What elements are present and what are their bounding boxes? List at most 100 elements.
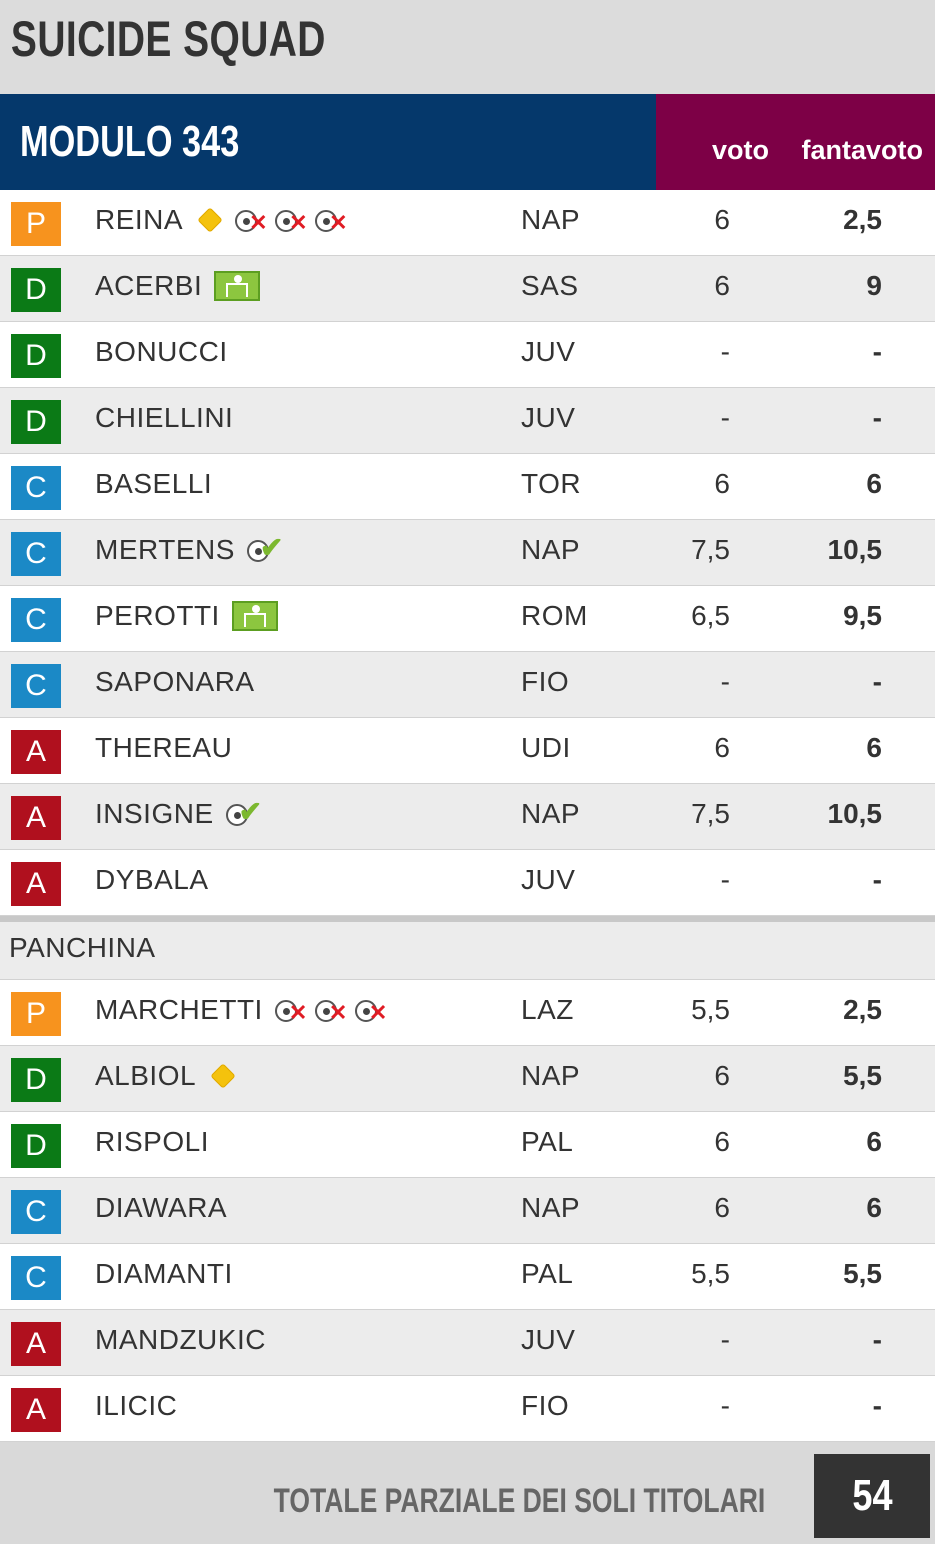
- role-badge: C: [11, 1190, 61, 1234]
- player-name: THEREAU: [95, 732, 233, 763]
- role-badge: C: [11, 598, 61, 642]
- team-code: FIO: [521, 666, 570, 697]
- voto-value: -: [720, 1324, 730, 1355]
- player-name: MANDZUKIC: [95, 1324, 266, 1355]
- player-name-cell: CHIELLINI: [95, 402, 233, 434]
- player-row[interactable]: P MARCHETTI ✕ ✕ ✕ LAZ 5,5 2,5: [0, 980, 935, 1046]
- team-code: JUV: [521, 336, 576, 367]
- team-code: UDI: [521, 732, 571, 763]
- fantavoto-value: 6: [866, 1192, 882, 1223]
- player-name: ACERBI: [95, 270, 203, 301]
- role-badge: D: [11, 334, 61, 378]
- voto-value: 7,5: [691, 534, 730, 565]
- player-name-cell: RISPOLI: [95, 1126, 209, 1158]
- player-name: CHIELLINI: [95, 402, 234, 433]
- role-badge: C: [11, 532, 61, 576]
- event-icons: ✕ ✕ ✕: [195, 207, 348, 234]
- team-code: NAP: [521, 1192, 581, 1223]
- voto-value: -: [720, 1390, 730, 1421]
- goal-conceded-icon: ✕: [235, 208, 268, 234]
- player-name-cell: MANDZUKIC: [95, 1324, 266, 1356]
- player-name-cell: MERTENS ✔: [95, 534, 283, 566]
- player-row[interactable]: A THEREAU UDI 6 6: [0, 718, 935, 784]
- starters-list: P REINA ✕ ✕ ✕ NAP 6 2,5 D ACERBI SAS 6 9 D BONUCCI JUV -…: [0, 190, 935, 916]
- player-name-cell: MARCHETTI ✕ ✕ ✕: [95, 994, 387, 1026]
- fantavoto-column-header: fantavoto: [801, 135, 924, 165]
- fantavoto-value: 6: [866, 732, 882, 763]
- team-code: TOR: [521, 468, 582, 499]
- player-name-cell: DIAWARA: [95, 1192, 227, 1224]
- goal-conceded-icon: ✕: [274, 998, 307, 1024]
- goal-conceded-icon: ✕: [315, 208, 348, 234]
- voto-value: 6: [714, 1126, 730, 1157]
- role-badge: A: [11, 1322, 61, 1366]
- player-name-cell: BASELLI: [95, 468, 212, 500]
- player-row[interactable]: A MANDZUKIC JUV - -: [0, 1310, 935, 1376]
- team-code: ROM: [521, 600, 588, 631]
- event-icons: ✔: [246, 534, 283, 562]
- voto-value: 6: [714, 270, 730, 301]
- role-badge: C: [11, 466, 61, 510]
- player-name-cell: SAPONARA: [95, 666, 255, 698]
- player-row[interactable]: D CHIELLINI JUV - -: [0, 388, 935, 454]
- player-name: INSIGNE: [95, 798, 214, 829]
- yellow-card-icon: [210, 1063, 236, 1089]
- voto-column-header: voto: [712, 135, 769, 165]
- player-row[interactable]: C MERTENS ✔ NAP 7,5 10,5: [0, 520, 935, 586]
- goal-scored-icon: ✔: [246, 534, 283, 562]
- goal-conceded-icon: ✕: [314, 998, 347, 1024]
- player-row[interactable]: A ILICIC FIO - -: [0, 1376, 935, 1442]
- player-row[interactable]: C SAPONARA FIO - -: [0, 652, 935, 718]
- player-row[interactable]: C DIAMANTI PAL 5,5 5,5: [0, 1244, 935, 1310]
- player-name: DIAWARA: [95, 1192, 228, 1223]
- voto-value: 5,5: [691, 1258, 730, 1289]
- player-name-cell: THEREAU: [95, 732, 232, 764]
- player-row[interactable]: C DIAWARA NAP 6 6: [0, 1178, 935, 1244]
- total-value: 54: [814, 1454, 930, 1538]
- voto-value: 6,5: [691, 600, 730, 631]
- player-row[interactable]: D RISPOLI PAL 6 6: [0, 1112, 935, 1178]
- column-headers: voto fantavoto: [656, 94, 935, 190]
- voto-value: 6: [714, 204, 730, 235]
- player-name: BONUCCI: [95, 336, 228, 367]
- assist-pitch-icon: [231, 601, 278, 631]
- role-badge: A: [11, 1388, 61, 1432]
- team-code: JUV: [521, 1324, 576, 1355]
- player-row[interactable]: C PEROTTI ROM 6,5 9,5: [0, 586, 935, 652]
- team-code: JUV: [521, 864, 576, 895]
- player-name-cell: PEROTTI: [95, 600, 278, 632]
- assist-pitch-icon: [214, 271, 261, 301]
- fantavoto-value: 9: [866, 270, 882, 301]
- voto-value: 6: [714, 1060, 730, 1091]
- event-icons: [208, 1063, 238, 1089]
- player-row[interactable]: P REINA ✕ ✕ ✕ NAP 6 2,5: [0, 190, 935, 256]
- fantavoto-value: 10,5: [827, 798, 883, 829]
- event-icons: ✔: [225, 798, 262, 826]
- role-badge: D: [11, 1124, 61, 1168]
- role-badge: A: [11, 862, 61, 906]
- player-row[interactable]: D ACERBI SAS 6 9: [0, 256, 935, 322]
- team-code: FIO: [521, 1390, 570, 1421]
- player-name: DIAMANTI: [95, 1258, 233, 1289]
- fantavoto-value: 2,5: [843, 994, 882, 1025]
- table-header: MODULO 343 voto fantavoto: [0, 94, 935, 190]
- player-name-cell: DYBALA: [95, 864, 209, 896]
- player-name-cell: REINA ✕ ✕ ✕: [95, 204, 348, 236]
- player-row[interactable]: A INSIGNE ✔ NAP 7,5 10,5: [0, 784, 935, 850]
- module-label: MODULO 343: [0, 94, 656, 190]
- player-row[interactable]: C BASELLI TOR 6 6: [0, 454, 935, 520]
- player-row[interactable]: D BONUCCI JUV - -: [0, 322, 935, 388]
- fantavoto-value: -: [872, 1390, 882, 1421]
- goal-conceded-icon: ✕: [275, 208, 308, 234]
- player-name-cell: DIAMANTI: [95, 1258, 233, 1290]
- team-code: JUV: [521, 402, 576, 433]
- player-name: MERTENS: [95, 534, 235, 565]
- team-title: SUICIDE SQUAD: [10, 11, 326, 67]
- player-row[interactable]: D ALBIOL NAP 6 5,5: [0, 1046, 935, 1112]
- voto-value: 6: [714, 468, 730, 499]
- yellow-card-icon: [197, 207, 223, 233]
- team-code: PAL: [521, 1126, 574, 1157]
- voto-value: 6: [714, 732, 730, 763]
- event-icons: [214, 271, 261, 301]
- player-row[interactable]: A DYBALA JUV - -: [0, 850, 935, 916]
